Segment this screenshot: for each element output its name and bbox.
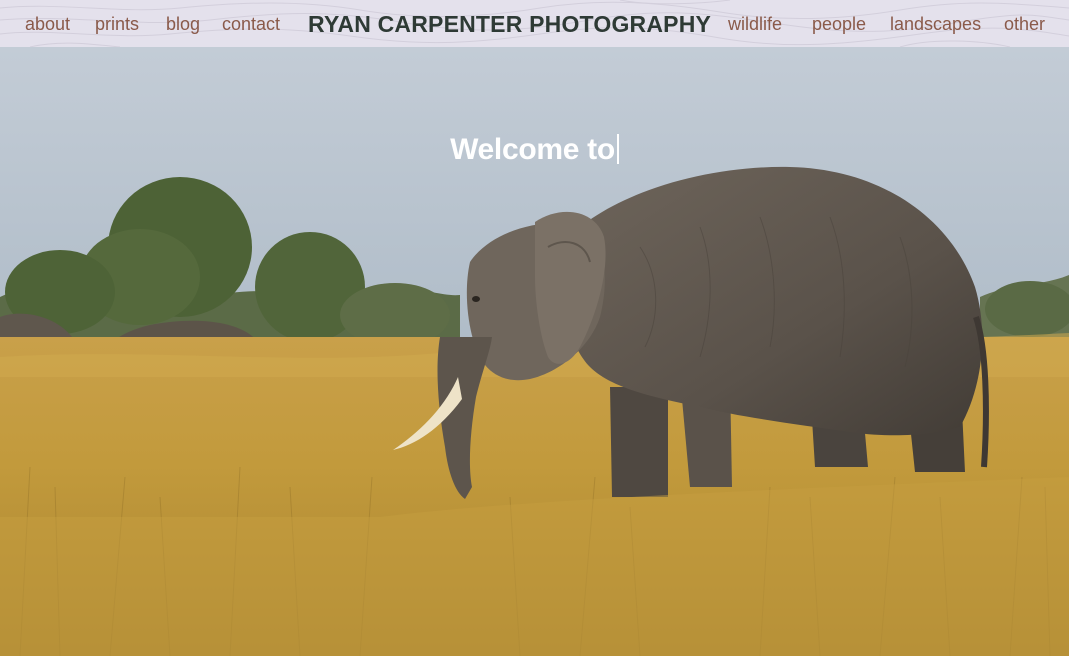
hero-headline: Welcome to bbox=[0, 130, 1069, 170]
nav-link-about[interactable]: about bbox=[25, 11, 70, 37]
nav-link-people[interactable]: people bbox=[812, 11, 866, 37]
hero-headline-text: Welcome to bbox=[450, 133, 615, 167]
nav-link-contact[interactable]: contact bbox=[222, 11, 280, 37]
site-title[interactable]: RYAN CARPENTER PHOTOGRAPHY bbox=[308, 9, 711, 39]
page: about prints blog contact RYAN CARPENTER… bbox=[0, 0, 1069, 656]
nav-link-other[interactable]: other bbox=[1004, 11, 1045, 37]
nav-link-landscapes[interactable]: landscapes bbox=[890, 11, 981, 37]
nav-link-blog[interactable]: blog bbox=[166, 11, 200, 37]
typing-cursor bbox=[616, 134, 619, 165]
hero-section: Welcome to bbox=[0, 47, 1069, 656]
nav-link-wildlife[interactable]: wildlife bbox=[728, 11, 782, 37]
top-navigation-bar: about prints blog contact RYAN CARPENTER… bbox=[0, 0, 1069, 47]
nav-link-prints[interactable]: prints bbox=[95, 11, 139, 37]
